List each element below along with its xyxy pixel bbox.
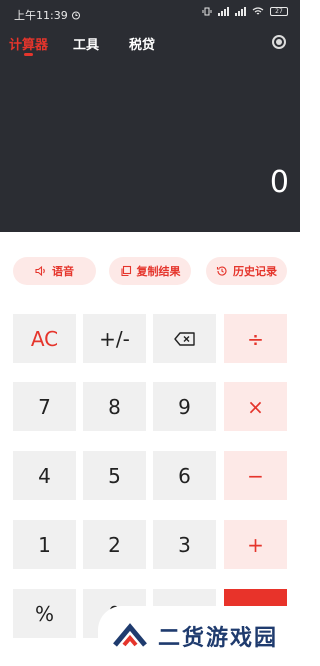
tab-tools[interactable]: 工具: [73, 34, 99, 53]
signal-icon-2: [235, 7, 246, 16]
voice-label: 语音: [52, 265, 74, 278]
watermark-text: 二货游戏园: [158, 626, 279, 651]
copy-icon: [120, 265, 131, 277]
history-button[interactable]: 历史记录: [206, 257, 287, 285]
digit-9-key[interactable]: 9: [153, 382, 216, 431]
copy-result-button[interactable]: 复制结果: [109, 257, 191, 285]
percent-key[interactable]: %: [13, 589, 76, 638]
watermark: 二货游戏园: [98, 606, 300, 666]
watermark-logo-icon: [113, 623, 147, 647]
calculator-header: 上午11:39 27 计算器 工具 税贷 0: [0, 0, 300, 232]
minus-key[interactable]: −: [224, 451, 287, 500]
digit-7-key[interactable]: 7: [13, 382, 76, 431]
settings-icon[interactable]: [272, 35, 286, 49]
digit-1-key[interactable]: 1: [13, 520, 76, 569]
multiply-key[interactable]: ×: [224, 382, 287, 431]
digit-6-key[interactable]: 6: [153, 451, 216, 500]
digit-8-key[interactable]: 8: [83, 382, 146, 431]
copy-result-label: 复制结果: [136, 265, 181, 278]
battery-icon: 27: [270, 7, 288, 16]
active-tab-indicator: [24, 53, 33, 56]
backspace-key[interactable]: [153, 314, 216, 363]
tab-tax-loan[interactable]: 税贷: [129, 34, 155, 53]
history-icon: [216, 266, 227, 276]
alarm-icon: [71, 11, 80, 20]
tab-calculator[interactable]: 计算器: [9, 34, 48, 53]
ac-key[interactable]: AC: [13, 314, 76, 363]
digit-3-key[interactable]: 3: [153, 520, 216, 569]
vibrate-icon: [202, 7, 212, 16]
status-bar: 上午11:39 27: [0, 0, 300, 26]
speaker-icon: [35, 265, 45, 277]
sign-toggle-key[interactable]: +/-: [83, 314, 146, 363]
top-tabs: 计算器 工具 税贷: [0, 34, 300, 60]
plus-key[interactable]: +: [224, 520, 287, 569]
status-time: 上午11:39: [14, 9, 68, 22]
digit-2-key[interactable]: 2: [83, 520, 146, 569]
digit-5-key[interactable]: 5: [83, 451, 146, 500]
divide-key[interactable]: ÷: [224, 314, 287, 363]
history-label: 历史记录: [233, 265, 277, 278]
digit-4-key[interactable]: 4: [13, 451, 76, 500]
wifi-icon: [252, 7, 264, 15]
status-icons: 27: [202, 7, 288, 16]
voice-button[interactable]: 语音: [13, 257, 96, 285]
backspace-icon: [173, 331, 195, 346]
status-time-group: 上午11:39: [14, 7, 81, 23]
result-display: 0: [269, 165, 289, 200]
signal-icon: [218, 7, 229, 16]
